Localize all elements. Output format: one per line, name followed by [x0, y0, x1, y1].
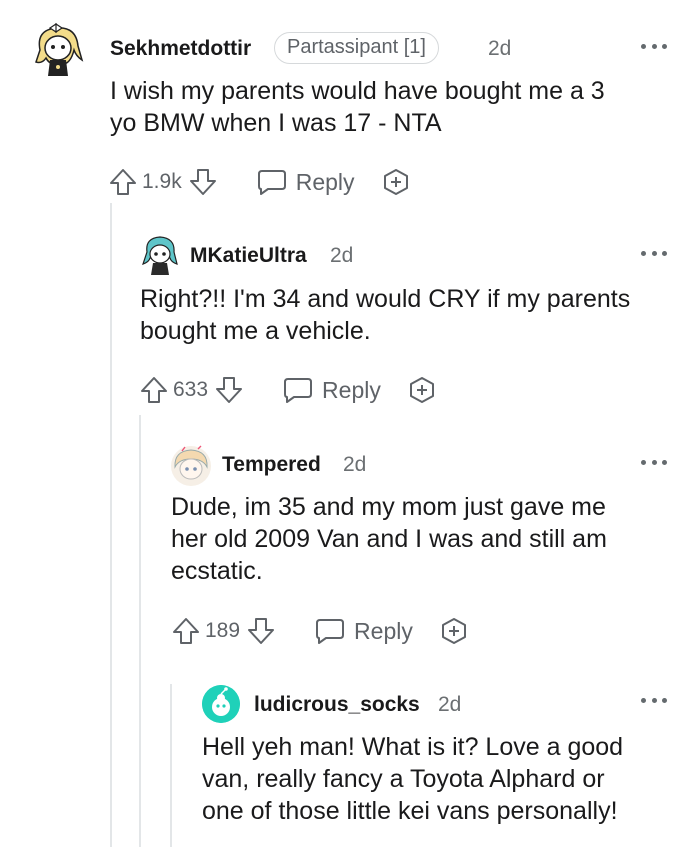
- upvote-icon[interactable]: [171, 616, 201, 646]
- more-options-button[interactable]: [641, 248, 667, 258]
- username[interactable]: Tempered: [222, 453, 321, 477]
- snoo-avatar-icon: [171, 445, 211, 486]
- reply-label: Reply: [354, 617, 413, 644]
- username[interactable]: ludicrous_socks: [254, 693, 420, 717]
- snoo-avatar-icon: [35, 22, 84, 76]
- comment-bubble-icon: [284, 378, 313, 403]
- avatar[interactable]: [202, 685, 240, 723]
- upvote-icon[interactable]: [139, 375, 169, 405]
- snoo-avatar-icon: [142, 236, 178, 275]
- avatar[interactable]: [30, 20, 88, 78]
- downvote-icon[interactable]: [246, 616, 276, 646]
- comment-actions: 633 Reply: [139, 373, 437, 407]
- comment-actions: 1.9k Reply: [108, 165, 411, 199]
- reply-button[interactable]: Reply: [282, 375, 381, 405]
- award-button[interactable]: [381, 167, 411, 197]
- username[interactable]: MKatieUltra: [190, 244, 307, 268]
- comment-age[interactable]: 2d: [488, 37, 511, 61]
- comment-actions: 189 Reply: [171, 614, 469, 648]
- avatar[interactable]: [141, 234, 179, 276]
- more-options-button[interactable]: [641, 695, 667, 705]
- comment-age[interactable]: 2d: [438, 693, 461, 717]
- comment-age[interactable]: 2d: [343, 453, 366, 477]
- award-plus-icon: [383, 169, 408, 195]
- more-options-button[interactable]: [641, 41, 667, 51]
- comment-bubble-icon: [257, 170, 286, 195]
- comment-mkatieultra: MKatieUltra 2d Right?!! I'm 34 and would…: [0, 210, 700, 425]
- downvote-icon[interactable]: [188, 167, 218, 197]
- award-plus-icon: [441, 618, 466, 644]
- upvote-icon[interactable]: [108, 167, 138, 197]
- reply-button[interactable]: Reply: [314, 616, 413, 646]
- downvote-icon[interactable]: [214, 375, 244, 405]
- vote-score: 189: [205, 619, 241, 642]
- award-button[interactable]: [439, 616, 469, 646]
- snoo-avatar-icon: [202, 685, 240, 723]
- award-plus-icon: [409, 377, 434, 403]
- award-button[interactable]: [407, 375, 437, 405]
- user-flair: Partassipant [1]: [274, 32, 439, 64]
- comment-tempered: Tempered 2d Dude, im 35 and my mom just …: [0, 425, 700, 685]
- username[interactable]: Sekhmetdottir: [110, 37, 251, 61]
- comment-age[interactable]: 2d: [330, 244, 353, 268]
- reply-button[interactable]: Reply: [256, 167, 355, 197]
- comment-ludicrous-socks: ludicrous_socks 2d Hell yeh man! What is…: [0, 685, 700, 847]
- comment-body: Dude, im 35 and my mom just gave me her …: [171, 493, 607, 585]
- reply-label: Reply: [322, 376, 381, 403]
- more-options-button[interactable]: [641, 457, 667, 467]
- comment-body: Right?!! I'm 34 and would CRY if my pare…: [140, 285, 631, 345]
- vote-score: 1.9k: [142, 170, 182, 193]
- vote-score: 633: [173, 378, 209, 401]
- avatar[interactable]: [170, 445, 212, 487]
- comment-body: Hell yeh man! What is it? Love a good va…: [202, 733, 624, 825]
- reply-label: Reply: [295, 168, 355, 195]
- comment-bubble-icon: [316, 619, 345, 644]
- comment-sekhmetdottir: Sekhmetdottir Partassipant [1] 2d I wish…: [0, 0, 700, 210]
- comment-body: I wish my parents would have bought me a…: [110, 77, 605, 137]
